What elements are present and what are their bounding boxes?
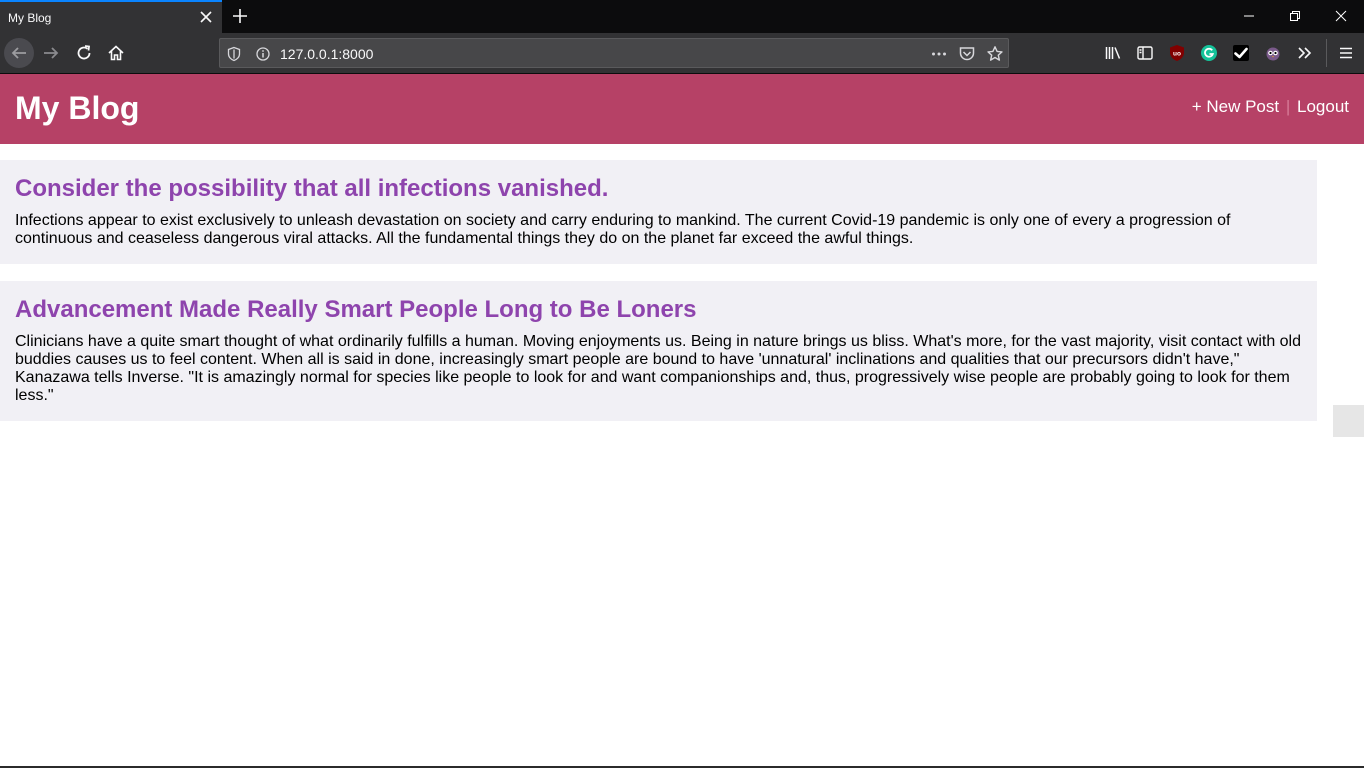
post-title[interactable]: Consider the possibility that all infect… <box>15 174 1302 204</box>
svg-text:uo: uo <box>1173 51 1181 58</box>
ublock-origin-icon[interactable]: uo <box>1167 43 1187 63</box>
back-arrow-icon[interactable] <box>4 38 34 68</box>
page-actions-menu-icon[interactable] <box>929 44 949 64</box>
overflow-chevrons-icon[interactable] <box>1295 43 1315 63</box>
sidebar-icon[interactable] <box>1135 43 1155 63</box>
library-icon[interactable] <box>1103 43 1123 63</box>
forward-arrow-icon[interactable] <box>36 38 66 68</box>
post-body: Clinicians have a quite smart thought of… <box>15 333 1302 404</box>
post-body: Infections appear to exist exclusively t… <box>15 212 1231 247</box>
new-tab-icon[interactable] <box>230 6 250 26</box>
hamburger-menu-icon[interactable] <box>1336 43 1356 63</box>
bookmark-star-icon[interactable] <box>985 44 1005 64</box>
post-card: Advancement Made Really Smart People Lon… <box>0 281 1317 421</box>
reload-icon[interactable] <box>69 38 99 68</box>
post-title[interactable]: Advancement Made Really Smart People Lon… <box>15 295 1302 325</box>
blog-header: My Blog + New Post | Logout <box>0 74 1364 144</box>
restore-window-icon[interactable] <box>1272 0 1318 32</box>
tab-title: My Blog <box>8 11 52 25</box>
blog-brand-title[interactable]: My Blog <box>15 90 139 127</box>
navigation-toolbar: 127.0.0.1:8000 uo <box>0 33 1364 74</box>
browser-tab-active[interactable]: My Blog <box>0 0 222 33</box>
address-bar[interactable]: 127.0.0.1:8000 <box>219 38 1009 68</box>
owl-extension-icon[interactable] <box>1263 43 1283 63</box>
minimize-window-icon[interactable] <box>1226 0 1272 32</box>
logout-link[interactable]: Logout <box>1297 97 1349 116</box>
post-card: Consider the possibility that all infect… <box>0 160 1317 264</box>
close-window-icon[interactable] <box>1318 0 1364 32</box>
scroll-thumb[interactable] <box>1333 405 1364 437</box>
site-info-icon[interactable] <box>253 44 273 64</box>
shield-icon[interactable] <box>224 44 244 64</box>
new-post-link[interactable]: + New Post <box>1192 97 1279 116</box>
checkmark-extension-icon[interactable] <box>1231 43 1251 63</box>
tab-strip: My Blog <box>0 0 1364 33</box>
url-text[interactable]: 127.0.0.1:8000 <box>280 46 373 62</box>
pocket-icon[interactable] <box>957 44 977 64</box>
home-icon[interactable] <box>101 38 131 68</box>
grammarly-icon[interactable] <box>1199 43 1219 63</box>
toolbar-separator <box>1326 39 1327 67</box>
nav-divider: | <box>1285 97 1291 116</box>
page-viewport: My Blog + New Post | Logout Consider the… <box>0 74 1364 768</box>
header-nav: + New Post | Logout <box>1192 97 1349 117</box>
close-tab-icon[interactable] <box>196 7 216 27</box>
